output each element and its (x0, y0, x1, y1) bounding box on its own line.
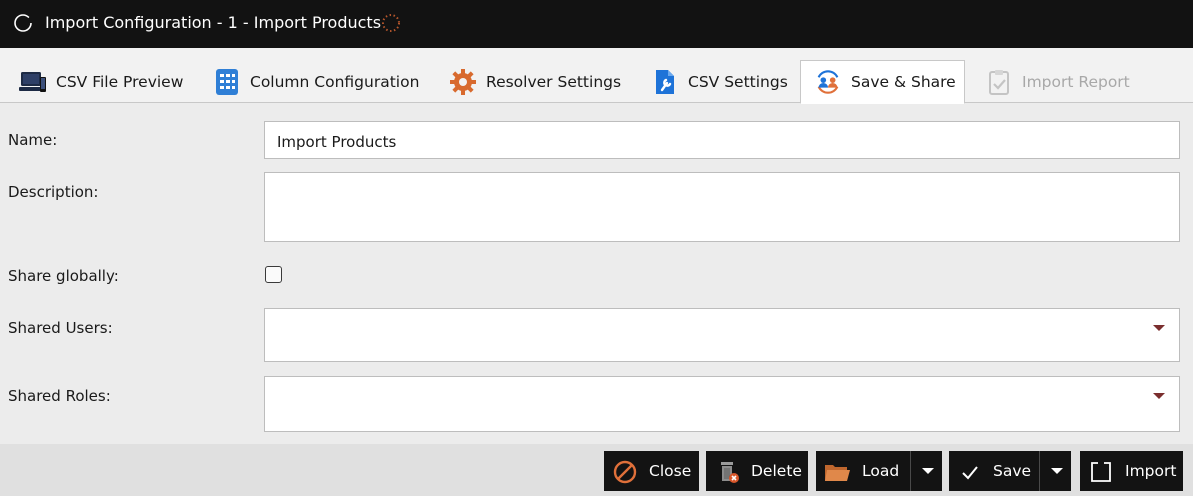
name-input[interactable]: Import Products (264, 121, 1180, 159)
delete-button-label: Delete (751, 462, 802, 480)
tab-label: Import Report (1022, 73, 1130, 91)
import-button[interactable]: Import (1080, 451, 1183, 491)
close-button-label: Close (649, 462, 692, 480)
tab-resolver-settings[interactable]: Resolver Settings (448, 61, 621, 103)
checkmark-icon (962, 466, 978, 480)
wrench-document-icon (650, 68, 680, 96)
tab-label: Resolver Settings (486, 73, 622, 91)
save-button-label: Save (993, 462, 1032, 480)
users-share-icon (813, 68, 843, 96)
tab-import-report[interactable]: Import Report (984, 61, 1130, 103)
name-input-value: Import Products (277, 133, 397, 151)
description-textarea[interactable] (264, 172, 1180, 242)
clipboard-check-icon (984, 68, 1014, 96)
gear-icon (448, 68, 478, 96)
share-globally-checkbox[interactable] (265, 266, 282, 283)
loading-circle-icon (14, 14, 32, 32)
folder-icon (825, 465, 850, 481)
chevron-down-icon[interactable] (1153, 325, 1165, 331)
tab-csv-file-preview[interactable]: CSV File Preview (18, 61, 183, 103)
load-button[interactable]: Load (816, 451, 942, 491)
tab-label: Column Configuration (250, 73, 420, 91)
tab-label: Save & Share (851, 73, 956, 91)
name-label: Name: (8, 131, 58, 149)
load-button-label: Load (862, 462, 900, 480)
tab-label: CSV Settings (688, 73, 788, 91)
load-dropdown-arrow-icon[interactable] (922, 468, 934, 474)
tab-save-and-share[interactable]: Save & Share (800, 60, 965, 104)
tab-csv-settings[interactable]: CSV Settings (650, 61, 788, 103)
save-button[interactable]: Save (949, 451, 1071, 491)
trash-icon (721, 462, 739, 483)
tab-bar: CSV File Preview Column Configuration Re… (0, 48, 1193, 104)
chevron-down-icon[interactable] (1153, 393, 1165, 399)
cancel-icon (613, 460, 637, 484)
shared-roles-label: Shared Roles: (8, 387, 111, 405)
tab-column-configuration[interactable]: Column Configuration (212, 61, 419, 103)
tab-label: CSV File Preview (56, 73, 184, 91)
description-label: Description: (8, 183, 99, 201)
shared-roles-select[interactable] (264, 376, 1180, 432)
title-bar: Import Configuration - 1 - Import Produc… (0, 0, 1193, 48)
shared-users-select[interactable] (264, 308, 1180, 362)
computer-icon (18, 68, 48, 96)
window-title: Import Configuration - 1 - Import Produc… (45, 13, 382, 32)
shared-users-label: Shared Users: (8, 319, 113, 337)
close-button[interactable]: Close (604, 451, 699, 491)
split-divider (910, 451, 911, 491)
save-dropdown-arrow-icon[interactable] (1051, 468, 1063, 474)
grid-icon (212, 68, 242, 96)
delete-button[interactable]: Delete (706, 451, 808, 491)
split-divider (1039, 451, 1040, 491)
share-globally-label: Share globally: (8, 267, 119, 285)
import-button-label: Import (1125, 462, 1177, 480)
import-frame-icon (1091, 462, 1111, 482)
busy-spinner-icon (382, 14, 400, 32)
